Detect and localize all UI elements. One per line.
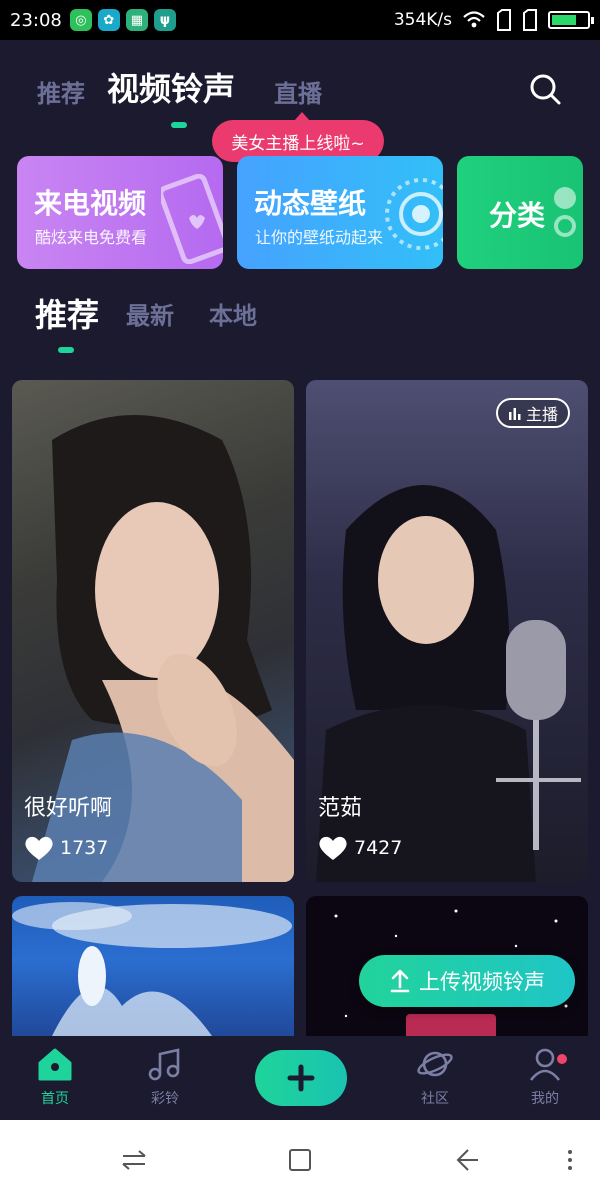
subtab-local[interactable]: 本地 [209,296,257,331]
video-title: 很好听啊 [24,796,113,821]
incoming-call-video-card[interactable]: 来电视频 酷炫来电免费看 [17,156,223,269]
status-time: 23:08 [10,9,62,31]
nav-profile[interactable]: 我的 [505,1046,585,1108]
app-icon-green: ◎ [69,9,92,31]
subtab-indicator [58,347,74,353]
nav-label: 社区 [421,1091,449,1107]
menu-icon[interactable] [556,1146,584,1174]
tab-video-ringtone[interactable]: 视频铃声 [107,64,235,110]
nav-label: 我的 [531,1091,559,1107]
subtab-recommend[interactable]: 推荐 [35,290,99,336]
bottom-nav: 首页 彩铃 社区 我的 [0,1036,600,1120]
video-card[interactable]: 主播 范茹 7427 [306,380,588,882]
like-count[interactable]: 1737 [24,835,108,861]
nav-label: 彩铃 [151,1091,179,1107]
upload-icon [390,969,410,993]
tab-indicator [171,122,187,128]
create-plus-button[interactable] [255,1050,347,1106]
tab-recommend[interactable]: 推荐 [37,74,85,109]
tab-live[interactable]: 直播 [274,74,322,109]
category-card[interactable]: 分类 [457,156,583,269]
plus-icon [287,1064,315,1092]
nav-label: 首页 [41,1091,69,1107]
video-card[interactable]: 很好听啊 1737 [12,380,294,882]
badge-label: 主播 [525,405,558,424]
live-host-badge: 主播 [495,398,570,428]
wifi-icon [463,11,485,28]
video-title: 范茹 [318,796,363,821]
upload-button-label: 上传视频铃声 [419,970,545,994]
like-count-value: 1737 [60,837,109,859]
sim-card-icon [497,9,511,31]
home-square-icon[interactable] [286,1146,314,1174]
music-note-icon [148,1048,180,1081]
dynamic-wallpaper-card[interactable]: 动态壁纸 让你的壁纸动起来 [237,156,443,269]
card-subtitle: 让你的壁纸动起来 [255,228,384,247]
heart-icon [319,836,347,860]
card-title: 动态壁纸 [254,187,367,220]
system-nav-bar [0,1120,600,1200]
upload-video-ringtone-button[interactable]: 上传视频铃声 [359,955,575,1007]
app-icon-image: ▦ [125,9,148,31]
sim-card-icon [523,9,537,31]
like-count-value: 7427 [354,837,403,859]
switch-icon[interactable] [120,1146,148,1174]
nav-ringtone[interactable]: 彩铃 [125,1046,205,1108]
nav-community[interactable]: 社区 [395,1046,475,1108]
home-icon [38,1048,72,1081]
app-icon-teal: ✿ [97,9,120,31]
back-icon[interactable] [452,1146,480,1174]
subtab-latest[interactable]: 最新 [126,296,174,331]
phone-frame-icon [161,174,223,264]
planet-icon [417,1051,453,1077]
status-bar: 23:08 ◎ ✿ ▦ ψ 354K/s [0,0,600,40]
wallpaper-ring-icon [385,178,443,250]
card-title: 分类 [489,199,546,232]
profile-icon [529,1048,561,1081]
search-icon[interactable] [528,72,562,106]
network-speed: 354K/s [393,10,452,30]
usb-icon: ψ [153,9,176,31]
heart-icon [25,836,53,860]
video-card[interactable] [12,896,294,1056]
card-title: 来电视频 [34,187,147,220]
notification-dot [557,1054,567,1064]
live-signal-icon [508,408,521,420]
battery-icon [548,11,594,29]
category-icon [554,187,576,237]
nav-home[interactable]: 首页 [15,1046,95,1108]
card-subtitle: 酷炫来电免费看 [35,228,148,247]
like-count[interactable]: 7427 [318,835,402,861]
video-thumbnail [12,902,292,1036]
